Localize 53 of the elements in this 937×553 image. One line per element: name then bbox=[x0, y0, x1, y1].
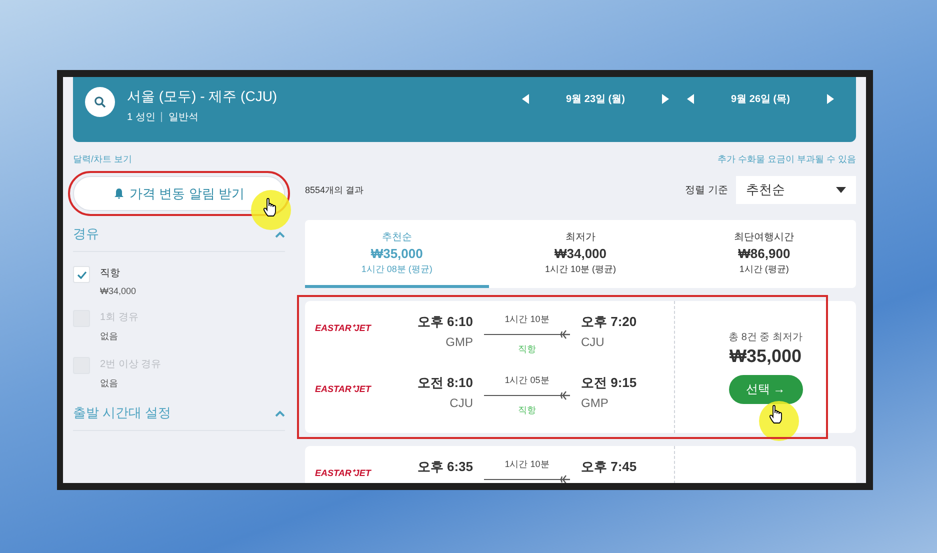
flight-duration: 1시간 10분 bbox=[504, 313, 550, 326]
departure-airport: CJU bbox=[448, 396, 473, 410]
option-price: ₩34,000 bbox=[100, 286, 136, 296]
flight-duration: 1시간 05분 bbox=[504, 374, 550, 387]
collapse-caret-icon[interactable] bbox=[275, 230, 285, 238]
arrival-time: 오후 7:45 bbox=[581, 458, 638, 476]
filter-section-title: 출발 시간대 설정 bbox=[73, 404, 172, 422]
arrival-time: 오후 7:20 bbox=[581, 313, 638, 331]
result-price: ₩35,000 bbox=[729, 346, 802, 367]
date-label[interactable]: 9월 23일 (월) bbox=[533, 92, 658, 106]
lowest-price-note: 총 8건 중 최저가 bbox=[728, 331, 802, 344]
sort-label: 정렬 기준 bbox=[685, 184, 728, 197]
airline-logo: EASTAR⁺JET bbox=[315, 467, 372, 479]
departure-time: 오전 8:10 bbox=[416, 374, 473, 392]
checkmark-icon bbox=[76, 270, 86, 278]
select-button[interactable]: 선택 → bbox=[728, 375, 802, 404]
calendar-link[interactable]: 달력/차트 보기 bbox=[73, 153, 132, 166]
caret-down-icon bbox=[836, 187, 846, 193]
cabin-class: 일반석 bbox=[168, 111, 198, 124]
sort-tab[interactable]: 최단여행시간 ₩86,900 1시간 (평균) bbox=[672, 220, 856, 288]
collapse-caret-icon[interactable] bbox=[275, 410, 285, 416]
arrival-time: 오전 9:15 bbox=[581, 374, 638, 392]
bell-icon bbox=[114, 188, 124, 199]
departure-time: 오후 6:10 bbox=[416, 313, 473, 331]
flight-path-icon bbox=[484, 330, 570, 339]
date-label[interactable]: 9월 26일 (목) bbox=[698, 92, 823, 106]
sort-tab[interactable]: 최저가 ₩34,000 1시간 10분 (평균) bbox=[488, 220, 672, 288]
flight-duration: 1시간 10분 bbox=[504, 458, 550, 471]
departure-airport: GMP bbox=[444, 335, 473, 349]
checkbox[interactable] bbox=[73, 266, 90, 283]
search-icon bbox=[94, 96, 106, 108]
route-title: 서울 (모두) - 제주 (CJU) bbox=[127, 87, 278, 105]
search-button[interactable] bbox=[85, 87, 115, 117]
sort-dropdown[interactable]: 추천순 bbox=[736, 176, 856, 204]
airline-logo: EASTAR⁺JET bbox=[315, 383, 372, 395]
option-label: 직항 bbox=[100, 267, 121, 280]
arrival-airport: GMP bbox=[581, 396, 610, 410]
option-price: 없음 bbox=[100, 377, 119, 390]
results-count: 8554개의 결과 bbox=[305, 184, 364, 196]
sort-tab[interactable]: 추천순 ₩35,000 1시간 08분 (평균) bbox=[305, 220, 489, 288]
stops-label: 직항 bbox=[518, 404, 536, 417]
departure-time: 오후 6:35 bbox=[416, 458, 473, 476]
airline-logo: EASTAR⁺JET bbox=[315, 322, 372, 334]
flight-path-icon bbox=[484, 391, 570, 400]
hand-cursor-icon bbox=[768, 405, 782, 424]
stops-label: 직항 bbox=[518, 343, 536, 356]
passenger-count: 1 성인 bbox=[127, 111, 156, 124]
option-price: 없음 bbox=[100, 330, 119, 343]
hand-cursor-icon bbox=[263, 198, 277, 217]
arrival-airport: CJU bbox=[581, 335, 606, 349]
baggage-fee-note[interactable]: 추가 수화물 요금이 부과될 수 있음 bbox=[717, 153, 856, 166]
filter-section-title: 경유 bbox=[73, 225, 99, 243]
flight-path-icon bbox=[484, 475, 570, 483]
